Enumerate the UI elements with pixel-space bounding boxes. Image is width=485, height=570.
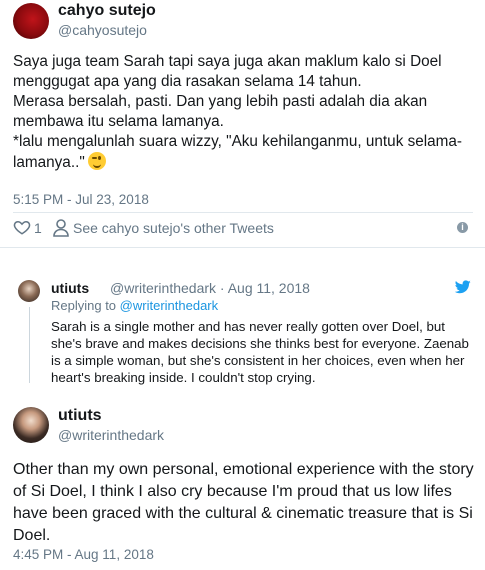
replying-to-label: Replying to [51,298,117,313]
avatar[interactable] [13,3,49,39]
tweet-text-segment: *lalu mengalunlah suara wizzy, "Aku kehi… [13,133,462,171]
quoted-tweet-text: Sarah is a single mother and has never r… [51,319,469,385]
tweet-text-line: Saya juga team Sarah tapi saya juga akan… [13,53,442,90]
tweet-timestamp[interactable]: 4:45 PM - Aug 11, 2018 [13,547,154,562]
winking-face-icon [87,152,106,170]
author-name[interactable]: cahyo sutejo [58,2,156,20]
author-name[interactable]: utiuts [51,280,89,296]
reply-handle-link[interactable]: @writerinthedark [120,298,218,313]
author-name[interactable]: utiuts [58,407,102,425]
handle-and-date[interactable]: @writerinthedark · Aug 11, 2018 [110,280,310,296]
thread-line [29,307,30,383]
tweet-utiuts: utiuts @writerinthedark Other than my ow… [0,402,485,570]
info-icon[interactable]: i [457,222,468,233]
avatar[interactable] [18,280,40,302]
like-count: 1 [34,220,42,236]
heart-icon[interactable] [13,218,31,236]
tweet-timestamp[interactable]: 5:15 PM - Jul 23, 2018 [13,192,149,207]
tweet-text-line: *lalu mengalunlah suara wizzy, "Aku kehi… [13,132,478,173]
tweet-text: Saya juga team Sarah tapi saya juga akan… [13,52,478,173]
twitter-bird-icon[interactable] [455,280,471,294]
see-other-tweets-link[interactable]: See cahyo sutejo's other Tweets [73,220,274,236]
avatar[interactable] [13,407,49,443]
tweet-text: Other than my own personal, emotional ex… [13,461,474,544]
divider [13,212,473,213]
divider [0,247,485,248]
quoted-tweet: utiuts @writerinthedark · Aug 11, 2018 R… [0,258,485,398]
tweet-text-line: Merasa bersalah, pasti. Dan yang lebih p… [13,93,428,130]
replying-to: Replying to @writerinthedark [51,298,218,313]
author-handle[interactable]: @cahyosutejo [58,22,147,38]
tweet-cahyo: cahyo sutejo @cahyosutejo Saya juga team… [0,0,485,248]
author-handle[interactable]: @writerinthedark [58,427,164,443]
person-icon[interactable] [53,219,69,237]
